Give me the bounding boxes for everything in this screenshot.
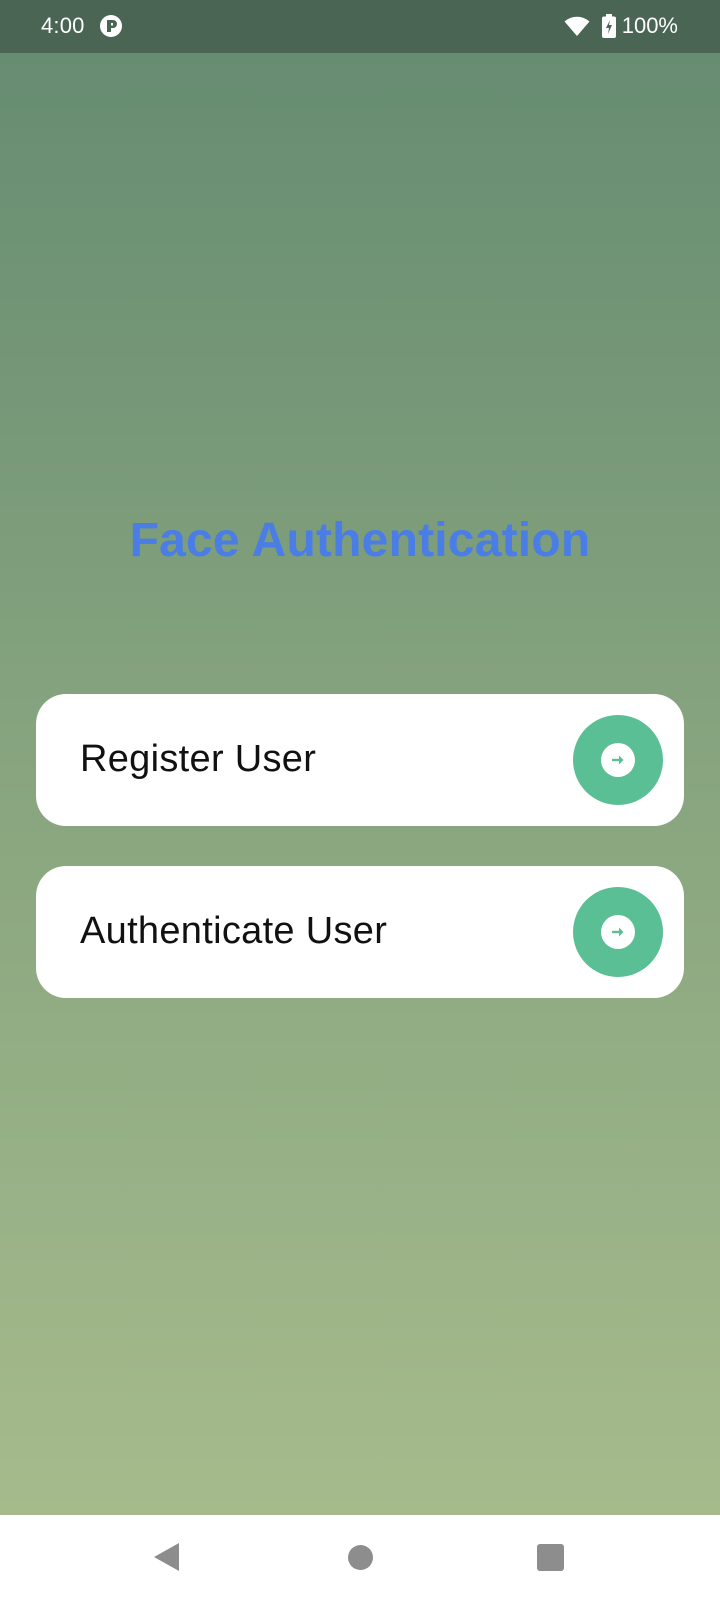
status-icons: 100% xyxy=(564,12,678,40)
app-notification-icon xyxy=(100,15,122,37)
main-content: Face Authentication Register User Authen… xyxy=(0,53,720,1515)
authenticate-user-button[interactable]: Authenticate User xyxy=(36,866,684,998)
arrow-right-circle-icon xyxy=(601,915,635,949)
home-icon[interactable] xyxy=(348,1545,373,1570)
authenticate-user-label: Authenticate User xyxy=(80,910,388,952)
navigation-bar xyxy=(0,1515,720,1600)
arrow-right-circle-icon xyxy=(601,743,635,777)
register-user-go-button[interactable] xyxy=(573,715,663,805)
page-title: Face Authentication xyxy=(129,514,591,567)
status-bar: 4:00 100% xyxy=(0,0,720,53)
wifi-icon xyxy=(564,16,590,36)
register-user-button[interactable]: Register User xyxy=(36,694,684,826)
authenticate-user-go-button[interactable] xyxy=(573,887,663,977)
app-screen: 4:00 100% Face Authentication Register U… xyxy=(0,0,720,1600)
status-time: 4:00 xyxy=(41,13,85,38)
battery-charging-icon xyxy=(601,14,616,38)
back-icon[interactable] xyxy=(152,1542,180,1572)
battery-percentage: 100% xyxy=(621,13,678,38)
recents-icon[interactable] xyxy=(537,1544,564,1571)
register-user-label: Register User xyxy=(80,738,317,780)
